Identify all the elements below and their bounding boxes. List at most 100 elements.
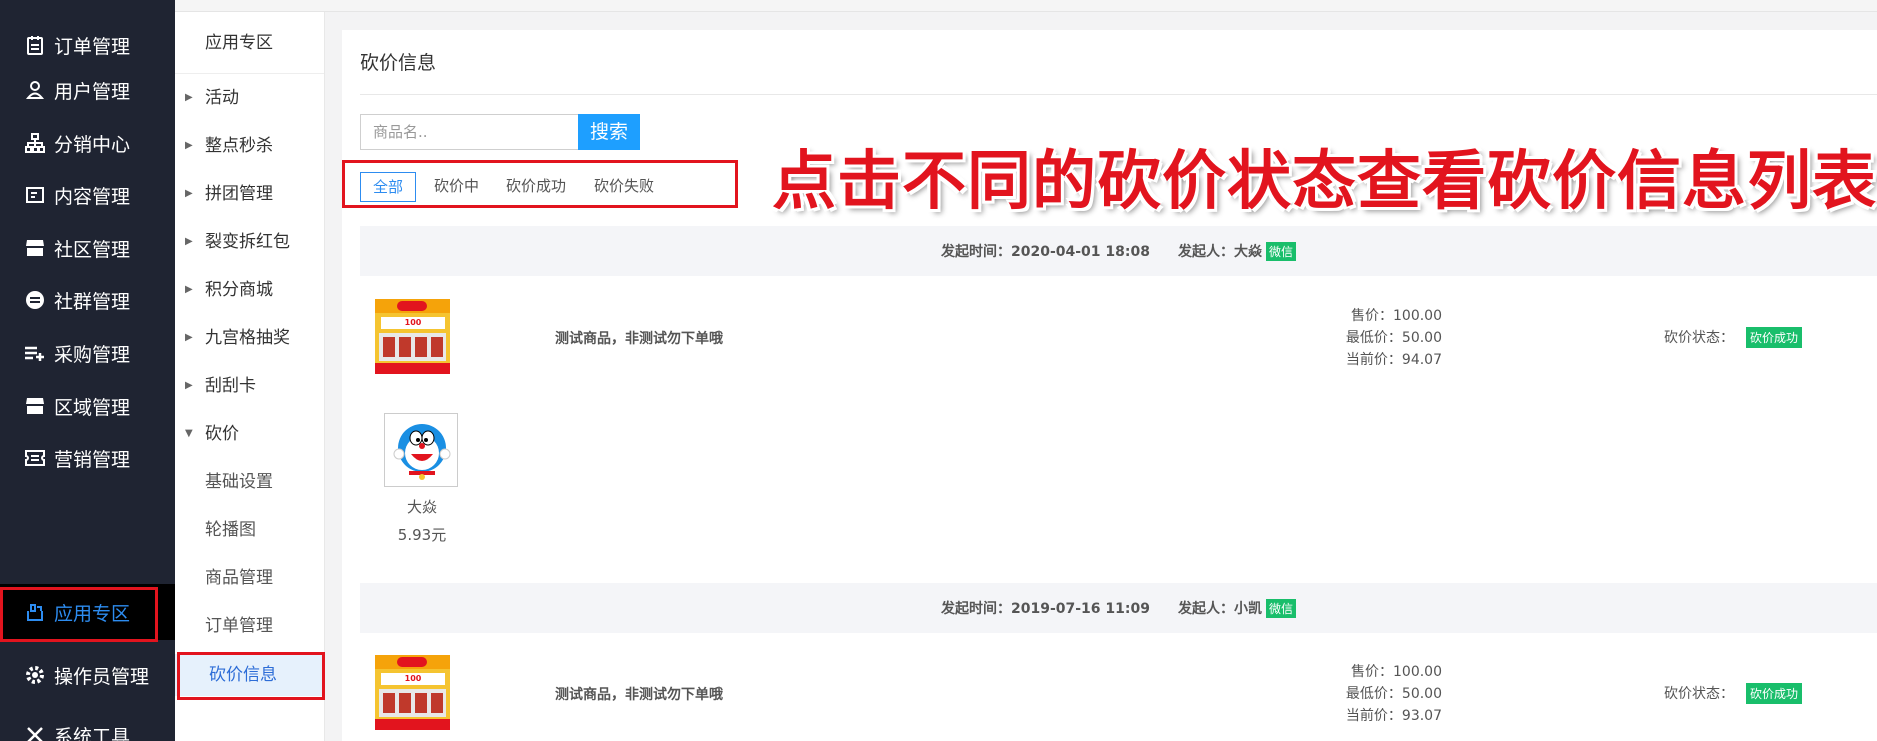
caret-right-icon: ▶ <box>185 188 193 199</box>
search-input[interactable]: 商品名.. <box>360 114 580 150</box>
submenu-item-flash-sale[interactable]: ▶ 整点秒杀 <box>175 126 324 166</box>
sub-sidebar: 应用专区 ▶ 活动 ▶ 整点秒杀 ▶ 拼团管理 ▶ 裂变拆红包 ▶ 积分商城 ▶ 九宫格抽奖… <box>175 12 325 741</box>
sidebar-item-label: 系统工具 <box>54 725 131 741</box>
bargain-status: 砍价状态： 砍价成功 <box>1664 683 1803 704</box>
sidebar-item-operators[interactable]: 操作员管理 <box>0 647 175 703</box>
sidebar-item-region[interactable]: 区域管理 <box>0 378 175 434</box>
min-price: 最低价：50.00 <box>1345 686 1442 702</box>
wechat-badge: 微信 <box>1265 241 1296 261</box>
user-icon <box>24 79 46 101</box>
caret-right-icon: ▶ <box>185 332 193 343</box>
helper-name: 大焱 <box>406 498 437 516</box>
submenu-child-label: 商品管理 <box>205 568 273 588</box>
submenu-item-scratch-card[interactable]: ▶ 刮刮卡 <box>175 366 324 406</box>
product-image: 100 <box>375 299 450 374</box>
sidebar-item-groups[interactable]: 社群管理 <box>0 272 175 328</box>
status-label: 砍价状态： <box>1664 686 1734 702</box>
shop-icon <box>24 395 46 417</box>
min-price: 最低价：50.00 <box>1345 330 1442 346</box>
submenu-item-activity[interactable]: ▶ 活动 <box>175 78 324 118</box>
minus-circle-icon <box>24 289 46 311</box>
record-time: 发起时间：2020-04-01 18:08 <box>940 244 1150 260</box>
top-bar <box>175 0 1877 12</box>
status-badge: 砍价成功 <box>1746 327 1803 348</box>
main-panel: 砍价信息 商品名.. 搜索 全部 砍价中 砍价成功 砍价失败 点击不同的砍价状态… <box>342 30 1877 741</box>
ticket-icon <box>24 447 46 469</box>
sidebar-item-community[interactable]: 社区管理 <box>0 220 175 276</box>
sidebar-item-distribution[interactable]: 分销中心 <box>0 115 175 171</box>
store-icon <box>24 237 46 259</box>
submenu-item-points-mall[interactable]: ▶ 积分商城 <box>175 270 324 310</box>
network-icon <box>24 132 46 154</box>
content-icon <box>24 184 46 206</box>
record-initiator: 发起人：大焱 <box>1177 244 1262 260</box>
submenu-child-carousel[interactable]: 轮播图 <box>175 510 324 550</box>
submenu-item-label: 积分商城 <box>205 280 273 300</box>
sidebar-item-system-tools[interactable]: 系统工具 <box>0 707 175 741</box>
submenu-item-group-buy[interactable]: ▶ 拼团管理 <box>175 174 324 214</box>
price-block: 售价：100.00 最低价：50.00 当前价：93.07 <box>1342 661 1442 727</box>
tools-icon <box>24 724 46 741</box>
annotation-box-submenu <box>177 652 325 700</box>
submenu-item-label: 拼团管理 <box>205 184 273 204</box>
bargain-status: 砍价状态： 砍价成功 <box>1664 327 1803 348</box>
caret-down-icon: ▼ <box>185 428 193 439</box>
submenu-item-label: 刮刮卡 <box>205 376 256 396</box>
tab-success[interactable]: 砍价成功 <box>506 172 566 202</box>
caret-right-icon: ▶ <box>185 284 193 295</box>
caret-right-icon: ▶ <box>185 236 193 247</box>
page-title: 砍价信息 <box>360 52 437 74</box>
caret-right-icon: ▶ <box>185 380 193 391</box>
submenu-child-orders[interactable]: 订单管理 <box>175 606 324 646</box>
product-name: 测试商品，非测试勿下单哦 <box>555 331 723 347</box>
annotation-callout: 点击不同的砍价状态查看砍价信息列表 <box>772 145 1877 219</box>
submenu-item-label: 砍价 <box>205 424 239 444</box>
sidebar-item-label: 营销管理 <box>54 448 131 471</box>
product-image: 100 <box>375 655 450 730</box>
sale-price: 售价：100.00 <box>1351 664 1442 680</box>
list-add-icon <box>24 342 46 364</box>
submenu-child-label: 订单管理 <box>205 616 273 636</box>
submenu-item-red-packet[interactable]: ▶ 裂变拆红包 <box>175 222 324 262</box>
sidebar-item-label: 订单管理 <box>54 35 131 58</box>
status-badge: 砍价成功 <box>1746 683 1803 704</box>
tab-in-progress[interactable]: 砍价中 <box>434 172 479 202</box>
wechat-badge: 微信 <box>1265 598 1296 618</box>
sidebar-item-content[interactable]: 内容管理 <box>0 167 175 223</box>
submenu-item-label: 整点秒杀 <box>205 136 273 156</box>
status-label: 砍价状态： <box>1664 330 1734 346</box>
submenu-item-bargain[interactable]: ▼ 砍价 <box>175 414 324 454</box>
sidebar-item-marketing[interactable]: 营销管理 <box>0 430 175 486</box>
submenu-item-label: 活动 <box>205 88 239 108</box>
submenu-child-basic-settings[interactable]: 基础设置 <box>175 462 324 502</box>
submenu-item-lottery[interactable]: ▶ 九宫格抽奖 <box>175 318 324 358</box>
current-price: 当前价：94.07 <box>1345 352 1442 368</box>
submenu-child-products[interactable]: 商品管理 <box>175 558 324 598</box>
sidebar-item-label: 内容管理 <box>54 185 131 208</box>
submenu-item-label: 九宫格抽奖 <box>205 328 290 348</box>
submenu-child-label: 轮播图 <box>205 520 256 540</box>
record-time: 发起时间：2019-07-16 11:09 <box>940 601 1150 617</box>
price-block: 售价：100.00 最低价：50.00 当前价：94.07 <box>1342 305 1442 371</box>
sub-sidebar-title: 应用专区 <box>175 12 324 74</box>
sidebar-item-label: 社区管理 <box>54 238 131 261</box>
tab-all[interactable]: 全部 <box>360 172 417 202</box>
current-price: 当前价：93.07 <box>1345 708 1442 724</box>
sidebar-item-label: 区域管理 <box>54 396 131 419</box>
sidebar-item-purchase[interactable]: 采购管理 <box>0 325 175 381</box>
product-name: 测试商品，非测试勿下单哦 <box>555 687 723 703</box>
avatar <box>384 413 458 487</box>
caret-right-icon: ▶ <box>185 92 193 103</box>
tab-failed[interactable]: 砍价失败 <box>594 172 654 202</box>
caret-right-icon: ▶ <box>185 140 193 151</box>
search-button[interactable]: 搜索 <box>578 114 640 150</box>
clipboard-icon <box>24 34 46 56</box>
sidebar-item-users[interactable]: 用户管理 <box>0 62 175 118</box>
record-header: 发起时间：2020-04-01 18:08 发起人：大焱 微信 <box>360 226 1877 276</box>
submenu-child-label: 基础设置 <box>205 472 273 492</box>
sidebar-item-label: 采购管理 <box>54 343 131 366</box>
annotation-box-sidebar <box>0 587 158 642</box>
submenu-item-label: 裂变拆红包 <box>205 232 290 252</box>
divider <box>360 94 1877 95</box>
sidebar-item-label: 操作员管理 <box>54 665 150 688</box>
